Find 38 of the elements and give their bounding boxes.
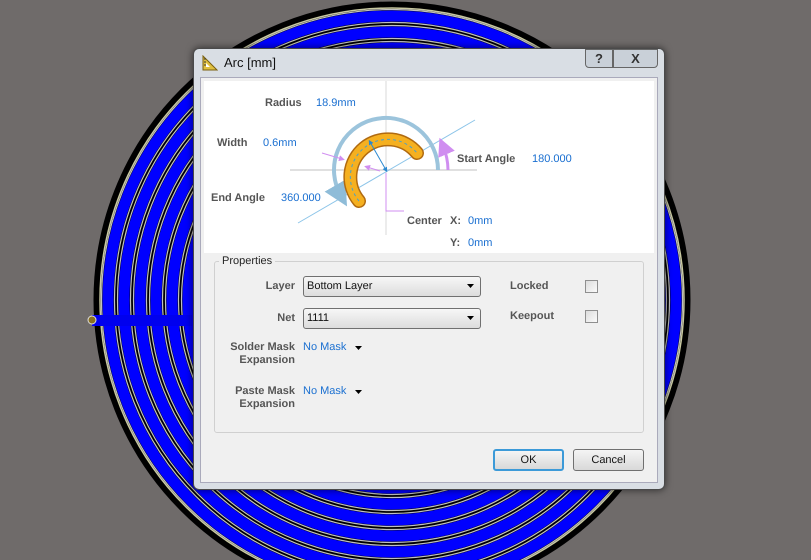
checkbox-label: Keepout — [510, 308, 555, 324]
checkbox[interactable] — [585, 280, 598, 292]
dialog-button[interactable]: Cancel — [573, 449, 644, 471]
checkbox[interactable] — [585, 310, 598, 322]
dialog-button[interactable]: OK — [493, 449, 564, 471]
dropdown-value: Bottom Layer — [307, 278, 374, 294]
mask-link[interactable]: No Mask — [303, 341, 346, 354]
center-x-value: 0mm — [468, 215, 492, 228]
end-angle-value: 360.000 — [281, 192, 321, 205]
center-y-value: 0mm — [468, 237, 492, 250]
ruler-triangle-icon — [202, 55, 218, 71]
caret-icon — [355, 346, 362, 350]
dropdown[interactable]: 1111 — [303, 308, 481, 328]
width-value: 0.6mm — [263, 137, 297, 150]
radius-value: 18.9mm — [316, 97, 356, 110]
y-label: Y: — [450, 237, 460, 250]
group-title: Properties — [219, 254, 276, 268]
window-title: Arc [mm] — [224, 54, 276, 72]
mask-link[interactable]: No Mask — [303, 385, 346, 398]
radius-label: Radius — [265, 97, 302, 110]
field-label: Layer — [264, 280, 295, 292]
caret-icon — [467, 284, 474, 288]
x-label: X: — [450, 215, 461, 228]
dropdown-value: 1111 — [307, 310, 330, 326]
checkbox-label: Locked — [510, 278, 550, 294]
field-label: Paste Mask Expansion — [234, 385, 295, 411]
center-label: Center — [407, 215, 442, 228]
caret-icon — [467, 316, 474, 320]
start-angle-value: 180.000 — [532, 153, 572, 166]
close-button[interactable]: X — [613, 49, 658, 68]
width-label: Width — [217, 137, 248, 150]
end-angle-label: End Angle — [211, 192, 265, 205]
start-angle-label: Start Angle — [457, 153, 516, 166]
field-label: Solder Mask Expansion — [229, 341, 295, 367]
help-button[interactable]: ? — [585, 49, 613, 68]
dropdown[interactable]: Bottom Layer — [303, 276, 481, 296]
caret-icon — [355, 390, 362, 394]
field-label: Net — [276, 312, 295, 324]
